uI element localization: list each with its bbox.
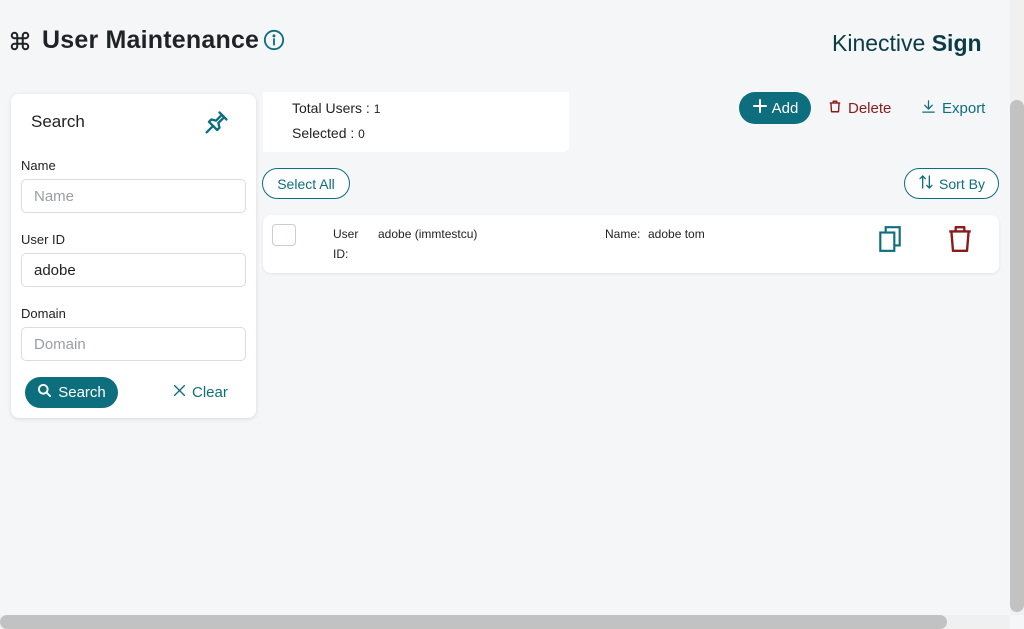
total-users-value: 1: [373, 102, 381, 116]
search-button-label: Search: [58, 384, 106, 401]
row-checkbox[interactable]: [272, 224, 296, 246]
delete-button[interactable]: Delete: [828, 92, 891, 124]
user-name-label: Name:: [605, 227, 641, 241]
clear-button-label: Clear: [192, 384, 228, 401]
user-id-label-line2: ID:: [333, 247, 349, 261]
close-icon: [173, 384, 186, 401]
delete-button-label: Delete: [848, 99, 892, 117]
delete-row-icon[interactable]: [947, 225, 973, 253]
search-panel: Search Name User ID Domain Search Clear: [11, 94, 256, 418]
info-icon[interactable]: [263, 29, 285, 51]
summary-box: Total Users : 1 Selected : 0: [263, 92, 569, 152]
user-row: User ID: adobe (immtestcu) Name: adobe t…: [263, 215, 999, 273]
sort-by-button[interactable]: Sort By: [904, 168, 999, 199]
page-header: User Maintenance Kinective Sign: [0, 0, 1010, 80]
command-icon: [9, 30, 31, 52]
name-field-label: Name: [21, 158, 56, 173]
name-input[interactable]: [21, 179, 246, 213]
copy-icon[interactable]: [877, 225, 903, 253]
search-icon: [37, 383, 52, 402]
domain-input[interactable]: [21, 327, 246, 361]
brand-bold-text: Sign: [931, 30, 982, 56]
export-button-label: Export: [942, 99, 986, 117]
download-icon: [921, 99, 936, 118]
sort-arrows-icon: [918, 174, 934, 193]
plus-icon: [752, 98, 768, 118]
total-users: Total Users : 1: [292, 100, 380, 116]
select-all-button[interactable]: Select All: [262, 168, 350, 199]
add-button-label: Add: [771, 99, 799, 117]
brand-logo: Kinective Sign: [832, 30, 982, 57]
sort-by-label: Sort By: [939, 175, 985, 192]
add-button[interactable]: Add: [739, 92, 811, 124]
clear-button[interactable]: Clear: [173, 377, 228, 408]
user-id-input[interactable]: [21, 253, 246, 287]
vertical-scrollbar-thumb[interactable]: [1010, 100, 1024, 612]
user-name-value: adobe tom: [648, 227, 705, 241]
domain-field-label: Domain: [21, 306, 66, 321]
brand-light-text: Kinective: [832, 30, 926, 56]
search-panel-title: Search: [31, 112, 85, 131]
user-id-field-label: User ID: [21, 232, 66, 247]
selected-label: Selected :: [292, 125, 359, 141]
pin-icon[interactable]: [202, 109, 230, 137]
selected-value: 0: [358, 127, 365, 141]
user-id-label-line1: User: [333, 227, 359, 241]
search-button[interactable]: Search: [25, 377, 118, 408]
total-users-label: Total Users :: [292, 100, 374, 116]
selected-count: Selected : 0: [292, 125, 365, 141]
export-button[interactable]: Export: [921, 92, 985, 124]
user-id-value: adobe (immtestcu): [378, 227, 478, 241]
horizontal-scrollbar-thumb[interactable]: [0, 615, 947, 629]
trash-icon: [828, 99, 842, 118]
page-title: User Maintenance: [42, 26, 260, 54]
